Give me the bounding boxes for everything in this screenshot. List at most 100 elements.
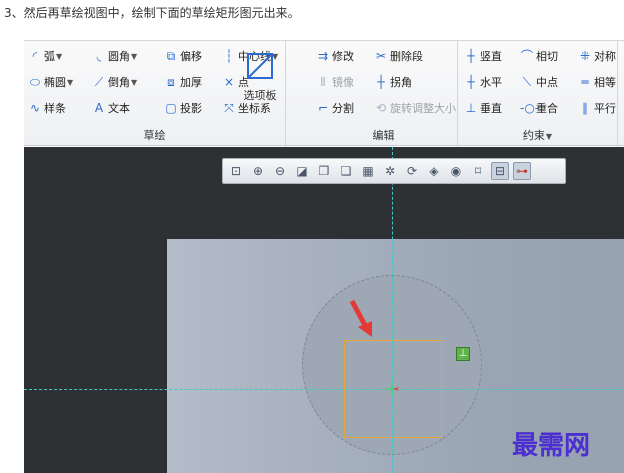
delete-segment-icon: ✂ bbox=[375, 49, 387, 63]
button-label: 样条 bbox=[44, 102, 66, 115]
coincident-button[interactable]: -○- 重合 bbox=[520, 100, 572, 116]
button-label: 对称 bbox=[594, 50, 616, 63]
rotate-resize-button[interactable]: ⟲ 旋转调整大小 bbox=[374, 100, 460, 116]
symmetric-icon: ⁜ bbox=[579, 49, 591, 63]
button-label: 倒角 bbox=[108, 76, 130, 89]
sketch-group: ◜ 弧 ▼ ◟ 圆角 ▼ ⧉ 偏移 ┆ 中心线 ▼ ⬭ 椭圆 ▼ ⟋ 倒角 ▼ ⧈ 加厚 × 点 ∿ 样条 A 文本 ▢ 投影 ⤧ 坐标… bbox=[24, 41, 286, 147]
rotate-resize-icon: ⟲ bbox=[375, 101, 387, 115]
tangent-button[interactable]: ⌒ 相切 bbox=[520, 48, 572, 64]
button-label: 加厚 bbox=[180, 76, 202, 89]
horizontal-button[interactable]: ┼ 水平 bbox=[464, 74, 514, 90]
vertical-reference-line bbox=[392, 147, 393, 473]
chevron-down-icon: ▼ bbox=[67, 77, 74, 87]
display-style-icon[interactable]: ❒ bbox=[315, 162, 333, 180]
constraint-display-icon[interactable]: ⊟ bbox=[491, 162, 509, 180]
view-toolbar: ⊡ ⊕ ⊖ ◪ ❒ ❏ ▦ ✲ ⟳ ◈ ◉ ⌑ ⊟ ⊶ bbox=[222, 158, 566, 184]
datum-display-icon[interactable]: ✲ bbox=[381, 162, 399, 180]
button-label: 偏移 bbox=[180, 50, 202, 63]
divide-button[interactable]: ⌐ 分割 bbox=[316, 100, 368, 116]
edit-group: ⇉ 修改 ✂ 删除段 ⫴ 镜像 ┼ 拐角 ⌐ 分割 ⟲ 旋转调整大小 编辑 bbox=[310, 41, 458, 147]
refit-icon[interactable]: ⊡ bbox=[227, 162, 245, 180]
zoom-out-icon[interactable]: ⊖ bbox=[271, 162, 289, 180]
constrain-group-row: ┼ 水平 ⟍ 中点 ═ 相等 bbox=[464, 73, 624, 91]
button-label: 镜像 bbox=[332, 76, 354, 89]
chevron-down-icon: ▼ bbox=[545, 132, 553, 141]
coincident-icon: -○- bbox=[520, 101, 540, 115]
text-button[interactable]: A 文本 bbox=[92, 100, 158, 116]
parallel-icon: ∥ bbox=[582, 101, 588, 115]
chevron-down-icon: ▼ bbox=[131, 77, 138, 87]
fillet-icon: ◟ bbox=[96, 49, 102, 63]
parallel-button[interactable]: ∥ 平行 bbox=[578, 100, 624, 116]
arc-button[interactable]: ◜ 弧 ▼ bbox=[28, 48, 86, 64]
midpoint-icon: ⟍ bbox=[522, 75, 532, 89]
corner-button[interactable]: ┼ 拐角 bbox=[374, 74, 460, 90]
button-label: 相切 bbox=[536, 50, 558, 63]
annotation-display-icon[interactable]: ◈ bbox=[425, 162, 443, 180]
arc-icon: ◜ bbox=[32, 49, 38, 63]
delete-segment-button[interactable]: ✂ 删除段 bbox=[374, 48, 460, 64]
button-label: 文本 bbox=[108, 102, 130, 115]
ellipse-button[interactable]: ⬭ 椭圆 ▼ bbox=[28, 74, 86, 90]
centerline-icon: ┆ bbox=[225, 49, 233, 63]
edit-group-row: ⇉ 修改 ✂ 删除段 bbox=[316, 47, 466, 65]
spline-icon: ∿ bbox=[29, 101, 41, 115]
modify-icon: ⇉ bbox=[317, 49, 329, 63]
fillet-button[interactable]: ◟ 圆角 ▼ bbox=[92, 48, 158, 64]
tutorial-caption: 3、然后再草绘视图中，绘制下面的草绘矩形图元出来。 bbox=[4, 6, 300, 20]
button-label: 修改 bbox=[332, 50, 354, 63]
edit-group-label: 编辑 bbox=[372, 129, 395, 142]
constrain-group-row: ┼ 竖直 ⌒ 相切 ⁜ 对称 bbox=[464, 47, 624, 65]
sketcher-display-icon[interactable]: ⌑ bbox=[469, 162, 487, 180]
offset-icon: ⧉ bbox=[166, 49, 176, 63]
chamfer-button[interactable]: ⟋ 倒角 ▼ bbox=[92, 74, 158, 90]
spline-button[interactable]: ∿ 样条 bbox=[28, 100, 86, 116]
thicken-icon: ⧈ bbox=[167, 75, 175, 89]
equal-button[interactable]: ═ 相等 bbox=[578, 74, 624, 90]
zoom-in-icon[interactable]: ⊕ bbox=[249, 162, 267, 180]
constrain-group-title: 约束 bbox=[522, 129, 545, 142]
symmetric-button[interactable]: ⁜ 对称 bbox=[578, 48, 624, 64]
button-label: 删除段 bbox=[390, 50, 423, 63]
palette-label: 选项板 bbox=[243, 89, 277, 102]
perpendicular-constraint-icon[interactable]: ⊥ bbox=[456, 347, 470, 361]
mirror-icon: ⫴ bbox=[320, 75, 326, 89]
chamfer-icon: ⟋ bbox=[94, 75, 104, 89]
equal-icon: ═ bbox=[581, 75, 589, 89]
project-button[interactable]: ▢ 投影 bbox=[164, 100, 216, 116]
vertical-icon: ┼ bbox=[467, 49, 475, 63]
point-icon: × bbox=[223, 75, 235, 89]
view-manager-icon[interactable]: ▦ bbox=[359, 162, 377, 180]
horizontal-icon: ┼ bbox=[467, 75, 475, 89]
mirror-button[interactable]: ⫴ 镜像 bbox=[316, 74, 368, 90]
saved-views-icon[interactable]: ❏ bbox=[337, 162, 355, 180]
spin-center-icon[interactable]: ⟳ bbox=[403, 162, 421, 180]
button-label: 拐角 bbox=[390, 76, 412, 89]
perpendicular-icon: ⊥ bbox=[465, 101, 477, 115]
button-label: 竖直 bbox=[480, 50, 502, 63]
button-label: 重合 bbox=[536, 102, 558, 115]
pointer-arrow-icon bbox=[349, 299, 372, 337]
modify-button[interactable]: ⇉ 修改 bbox=[316, 48, 368, 64]
button-label: 投影 bbox=[180, 102, 202, 115]
coordinate-system-icon: ⤧ bbox=[224, 101, 234, 115]
project-icon: ▢ bbox=[165, 101, 177, 115]
midpoint-button[interactable]: ⟍ 中点 bbox=[520, 74, 572, 90]
ellipse-icon: ⬭ bbox=[29, 75, 41, 89]
vertex-display-icon[interactable]: ⊶ bbox=[513, 162, 531, 180]
sketch-view-icon[interactable]: ◉ bbox=[447, 162, 465, 180]
perpendicular-button[interactable]: ⊥ 垂直 bbox=[464, 100, 514, 116]
button-label: 分割 bbox=[332, 102, 354, 115]
repaint-icon[interactable]: ◪ bbox=[293, 162, 311, 180]
button-label: 相等 bbox=[594, 76, 616, 89]
constrain-group-label[interactable]: 约束▼ bbox=[458, 127, 617, 143]
offset-button[interactable]: ⧉ 偏移 bbox=[164, 48, 216, 64]
graphics-window[interactable]: ⊥ ⊡ ⊕ ⊖ ◪ ❒ ❏ ▦ ✲ ⟳ ◈ ◉ ⌑ ⊟ ⊶ 最需网 bbox=[24, 147, 624, 473]
palette-button[interactable]: 选项板 bbox=[236, 47, 284, 103]
thicken-button[interactable]: ⧈ 加厚 bbox=[164, 74, 216, 90]
horizontal-reference-line bbox=[24, 389, 624, 390]
chevron-down-icon: ▼ bbox=[131, 51, 138, 61]
vertical-button[interactable]: ┼ 竖直 bbox=[464, 48, 514, 64]
button-label: 中点 bbox=[536, 76, 558, 89]
button-label: 水平 bbox=[480, 76, 502, 89]
